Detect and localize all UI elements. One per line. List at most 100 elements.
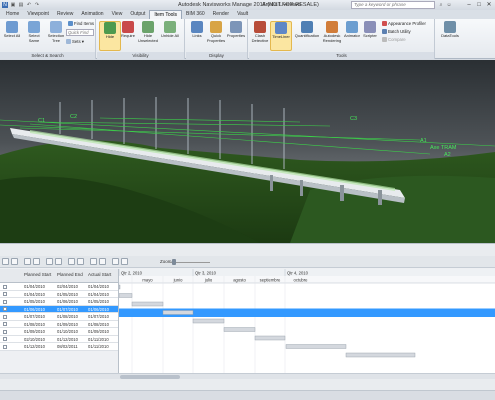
indent-icon[interactable] — [46, 258, 53, 265]
require-button[interactable]: Require — [117, 21, 139, 51]
clash-detective-button[interactable]: Clash Detective — [249, 21, 271, 51]
properties-button[interactable]: Properties — [225, 21, 247, 51]
user-icon[interactable]: ☺ — [446, 2, 452, 8]
cell-planned-end[interactable]: 01/05/2010 — [57, 292, 78, 297]
find-items-button[interactable]: Find Items — [68, 20, 94, 27]
task-active-checkbox[interactable] — [3, 329, 7, 334]
quick-access-open-icon[interactable]: ▣ — [10, 2, 16, 8]
cell-actual-start[interactable]: 01/09/2010 — [88, 329, 109, 334]
cell-actual-start[interactable]: 01/04/2010 — [88, 284, 109, 289]
task-row[interactable]: 01/05/2010 01/06/2010 01/05/2010 — [0, 298, 118, 306]
delete-task-icon[interactable] — [33, 258, 40, 265]
planned-actual-icon[interactable] — [121, 258, 128, 265]
task-row[interactable]: 01/07/2010 01/08/2010 01/07/2010 — [0, 313, 118, 321]
navisworks-logo-icon[interactable]: N — [2, 2, 8, 8]
gantt-toggle-icon[interactable] — [112, 258, 119, 265]
attach-icon[interactable] — [68, 258, 75, 265]
selection-tree-button[interactable]: Selection Tree — [45, 21, 67, 51]
close-button[interactable]: ✕ — [485, 1, 493, 9]
cell-actual-start[interactable]: 01/07/2010 — [88, 314, 109, 319]
column-actual-start[interactable]: Actual Start — [88, 272, 111, 277]
tab-render[interactable]: Render — [209, 10, 233, 19]
insert-task-icon[interactable] — [11, 258, 18, 265]
quick-access-undo-icon[interactable]: ↶ — [26, 2, 32, 8]
tab-animation[interactable]: Animation — [77, 10, 107, 19]
outdent-icon[interactable] — [55, 258, 62, 265]
task-active-checkbox[interactable] — [3, 307, 7, 311]
tab-view[interactable]: View — [108, 10, 127, 19]
cell-actual-start[interactable]: 01/06/2010 — [88, 307, 109, 312]
quantification-button[interactable]: Quantification — [293, 21, 321, 51]
hide-unselected-button[interactable]: Hide Unselected — [137, 21, 159, 51]
timeliner-button[interactable]: TimeLiner — [270, 21, 292, 51]
auto-add-icon[interactable] — [24, 258, 31, 265]
columns-icon[interactable] — [90, 258, 97, 265]
compare-button[interactable]: Compare — [382, 36, 406, 43]
tab-bim360[interactable]: BIM 360 — [182, 10, 209, 19]
task-active-checkbox[interactable] — [3, 299, 7, 304]
cell-planned-end[interactable]: 01/07/2010 — [57, 307, 78, 312]
task-row[interactable]: 01/09/2010 01/10/2010 01/09/2010 — [0, 328, 118, 336]
cell-planned-start[interactable]: 01/08/2010 — [24, 322, 45, 327]
zoom-slider-thumb[interactable] — [172, 259, 176, 265]
tab-home[interactable]: Home — [2, 10, 23, 19]
task-active-checkbox[interactable] — [3, 284, 7, 289]
cell-planned-end[interactable]: 01/12/2010 — [57, 337, 78, 342]
tab-output[interactable]: Output — [126, 10, 149, 19]
tab-viewpoint[interactable]: Viewpoint — [23, 10, 53, 19]
quick-find-input[interactable]: Quick Find — [66, 29, 94, 36]
autodesk-rendering-button[interactable]: Autodesk Rendering — [321, 21, 343, 51]
cell-actual-start[interactable]: 01/08/2010 — [88, 322, 109, 327]
cell-actual-start[interactable]: 01/11/2010 — [88, 337, 109, 342]
cell-planned-start[interactable]: 01/04/2010 — [24, 292, 45, 297]
zoom-slider-track[interactable] — [170, 262, 210, 263]
filter-icon[interactable] — [77, 258, 84, 265]
quick-access-redo-icon[interactable]: ↷ — [34, 2, 40, 8]
cell-planned-end[interactable]: 01/06/2010 — [57, 299, 78, 304]
help-search-input[interactable]: Type a keyword or phrase — [351, 1, 435, 9]
task-row[interactable]: 02/10/2010 01/12/2010 01/11/2010 — [0, 335, 118, 343]
select-same-button[interactable]: Select Same — [23, 21, 45, 51]
tab-review[interactable]: Review — [53, 10, 77, 19]
task-active-checkbox[interactable] — [3, 322, 7, 326]
task-active-checkbox[interactable] — [3, 337, 7, 341]
datatools-button[interactable]: DataTools — [439, 21, 461, 51]
maximize-button[interactable]: □ — [475, 1, 483, 9]
scripter-button[interactable]: Scripter — [359, 21, 381, 51]
appearance-profiler-button[interactable]: Appearance Profiler — [382, 20, 426, 27]
export-icon[interactable] — [99, 258, 106, 265]
cell-planned-end[interactable]: 01/10/2010 — [57, 329, 78, 334]
minimize-button[interactable]: – — [465, 1, 473, 9]
task-active-checkbox[interactable] — [3, 292, 7, 296]
cell-planned-start[interactable]: 01/04/2010 — [24, 284, 45, 289]
task-row[interactable]: 01/04/2010 01/05/2010 01/04/2010 — [0, 290, 118, 298]
cell-actual-start[interactable]: 01/11/2010 — [88, 344, 109, 349]
cell-planned-start[interactable]: 02/10/2010 — [24, 337, 45, 342]
add-task-icon[interactable] — [2, 258, 9, 265]
tab-vault[interactable]: Vault — [233, 10, 252, 19]
column-planned-start[interactable]: Planned Start — [24, 272, 51, 277]
cell-planned-start[interactable]: 01/12/2010 — [24, 344, 45, 349]
cell-planned-start[interactable]: 01/05/2010 — [24, 299, 45, 304]
cell-planned-start[interactable]: 01/07/2010 — [24, 314, 45, 319]
sets-dropdown[interactable]: Sets ▾ — [66, 38, 84, 45]
quick-access-save-icon[interactable]: ▤ — [18, 2, 24, 8]
3d-viewport[interactable]: C1 C2 C3 A1 Axe TRAM A2 — [0, 60, 495, 243]
task-active-checkbox[interactable] — [3, 314, 7, 319]
search-icon[interactable]: ⌕ — [438, 2, 444, 8]
task-row[interactable]: 01/12/2010 08/02/2011 01/11/2010 — [0, 343, 118, 351]
tab-item-tools[interactable]: Item Tools — [149, 10, 183, 19]
cell-planned-start[interactable]: 01/06/2010 — [24, 307, 45, 312]
cell-actual-start[interactable]: 01/04/2010 — [88, 292, 109, 297]
batch-utility-button[interactable]: Batch Utility — [382, 28, 411, 35]
quick-properties-button[interactable]: Quick Properties — [205, 21, 227, 51]
task-row[interactable]: 01/04/2010 02/04/2010 01/04/2010 — [0, 283, 118, 291]
cell-planned-end[interactable]: 01/09/2010 — [57, 322, 78, 327]
cell-planned-end[interactable]: 01/08/2010 — [57, 314, 78, 319]
column-planned-end[interactable]: Planned End — [57, 272, 83, 277]
task-active-checkbox[interactable] — [3, 344, 7, 349]
cell-planned-start[interactable]: 01/09/2010 — [24, 329, 45, 334]
cell-planned-end[interactable]: 08/02/2011 — [57, 344, 78, 349]
cell-planned-end[interactable]: 02/04/2010 — [57, 284, 78, 289]
select-all-button[interactable]: Select All — [1, 21, 23, 51]
